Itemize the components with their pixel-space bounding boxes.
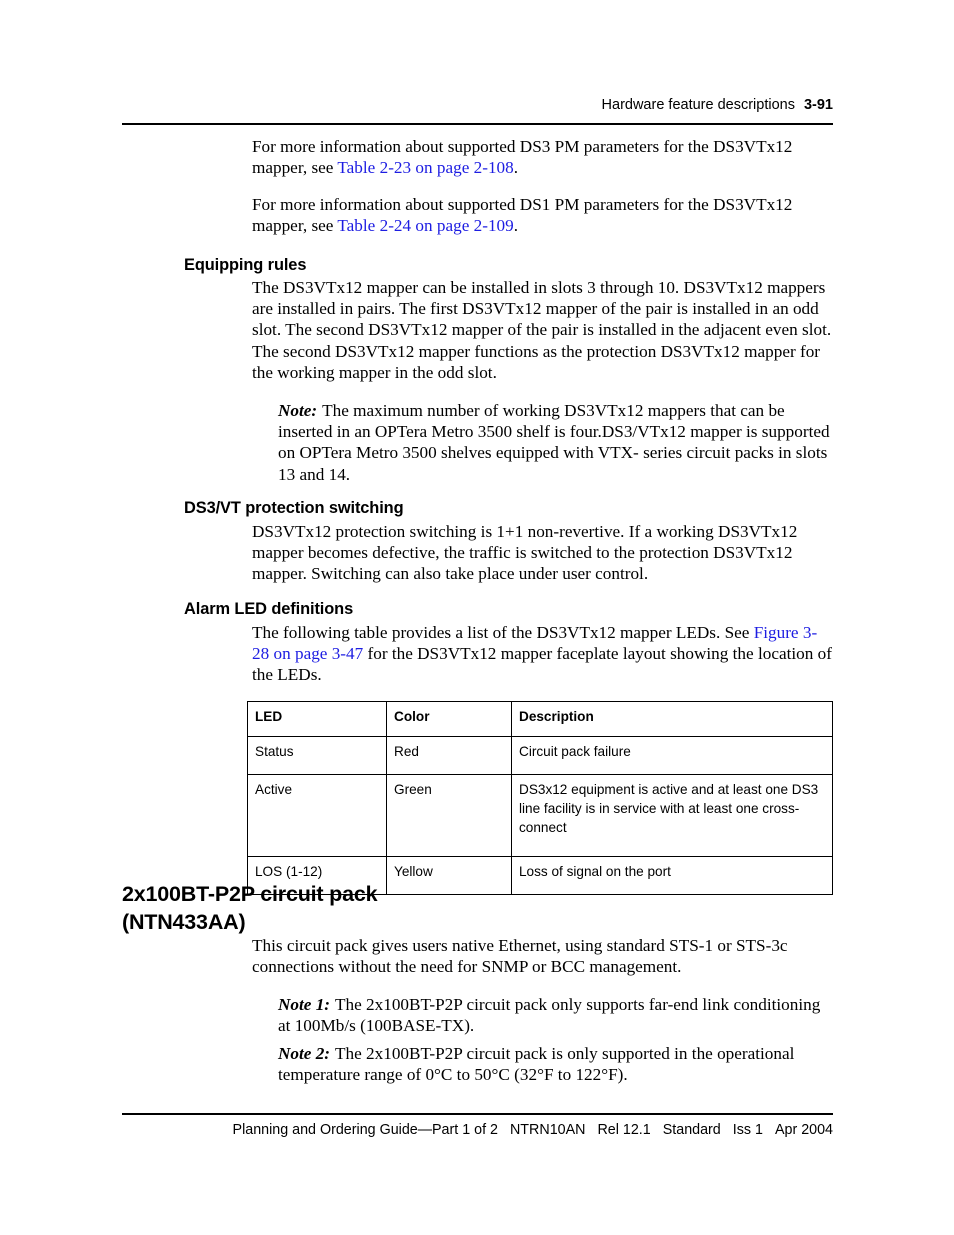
intro-p1-text-after: . xyxy=(513,158,519,178)
intro-p2-text-after: . xyxy=(513,216,519,236)
xref-table-2-24[interactable]: Table 2-24 on page 2-109 xyxy=(337,216,513,235)
cell-description: Loss of signal on the port xyxy=(511,856,833,895)
cell-led: Active xyxy=(247,774,387,857)
running-header: Hardware feature descriptions 3-91 xyxy=(122,96,833,114)
note-1-body: The 2x100BT-P2P circuit pack only suppor… xyxy=(278,995,821,1036)
column-header-led: LED xyxy=(247,701,387,737)
protection-switching-body: DS3VTx12 protection switching is 1+1 non… xyxy=(252,522,798,584)
footer: Planning and Ordering Guide—Part 1 of 2 N… xyxy=(122,1121,833,1139)
cell-led: Status xyxy=(247,736,387,775)
document-page: Hardware feature descriptions 3-91 For mo… xyxy=(0,0,954,1235)
heading-circuit-pack-line2: (NTN433AA) xyxy=(122,910,246,934)
intro-paragraph-1: For more information about supported DS3… xyxy=(252,136,834,178)
circuit-pack-body: This circuit pack gives users native Eth… xyxy=(252,936,788,977)
alarm-led-body: The following table provides a list of t… xyxy=(252,622,834,686)
cell-color: Yellow xyxy=(386,856,512,895)
intro-paragraph-2: For more information about supported DS1… xyxy=(252,194,834,236)
circuit-pack-note-2: Note 2: The 2x100BT-P2P circuit pack is … xyxy=(278,1043,834,1085)
footer-date: Apr 2004 xyxy=(774,1122,833,1138)
table-header-row: LED Color Description xyxy=(247,701,833,737)
note-2-body: The 2x100BT-P2P circuit pack is only sup… xyxy=(278,1044,795,1085)
footer-release: Rel 12.1 xyxy=(597,1122,651,1138)
heading-equipping-rules: Equipping rules xyxy=(184,256,307,274)
heading-circuit-pack-line1: 2x100BT-P2P circuit pack xyxy=(122,882,378,906)
column-header-description: Description xyxy=(511,701,833,737)
footer-status: Standard xyxy=(662,1122,721,1138)
column-header-color: Color xyxy=(386,701,512,737)
footer-guide: Planning and Ordering Guide—Part 1 of 2 xyxy=(232,1122,498,1138)
cell-color: Green xyxy=(386,774,512,857)
running-header-title: Hardware feature descriptions xyxy=(601,97,795,113)
alarm-led-table: LED Color Description Status Red Circuit… xyxy=(247,701,833,895)
note-1-label: Note 1: xyxy=(278,995,331,1014)
note-body: The maximum number of working DS3VTx12 m… xyxy=(278,401,830,484)
cell-color: Red xyxy=(386,736,512,775)
intro-p2-text-before: For more information about supported DS1… xyxy=(252,195,793,236)
footer-rule xyxy=(122,1113,833,1115)
table-row: Active Green DS3x12 equipment is active … xyxy=(247,774,833,857)
page-number: 3-91 xyxy=(803,97,833,113)
note-2-label: Note 2: xyxy=(278,1044,331,1063)
equipping-rules-note: Note: The maximum number of working DS3V… xyxy=(278,400,834,485)
heading-alarm-led-definitions: Alarm LED definitions xyxy=(184,600,354,618)
intro-p1-text-before: For more information about supported DS3… xyxy=(252,137,793,178)
alarm-text-before: The following table provides a list of t… xyxy=(252,623,754,642)
table-row: Status Red Circuit pack failure xyxy=(247,736,833,775)
heading-ds3vt-protection-switching: DS3/VT protection switching xyxy=(184,499,404,517)
footer-doc-number: NTRN10AN xyxy=(509,1122,586,1138)
footer-issue: Iss 1 xyxy=(732,1122,763,1138)
note-label: Note: xyxy=(278,401,318,420)
header-rule xyxy=(122,123,833,125)
equipping-rules-body: The DS3VTx12 mapper can be installed in … xyxy=(252,278,832,382)
circuit-pack-note-1: Note 1: The 2x100BT-P2P circuit pack onl… xyxy=(278,994,834,1036)
xref-table-2-23[interactable]: Table 2-23 on page 2-108 xyxy=(337,158,513,177)
cell-description: DS3x12 equipment is active and at least … xyxy=(511,774,833,857)
cell-description: Circuit pack failure xyxy=(511,736,833,775)
